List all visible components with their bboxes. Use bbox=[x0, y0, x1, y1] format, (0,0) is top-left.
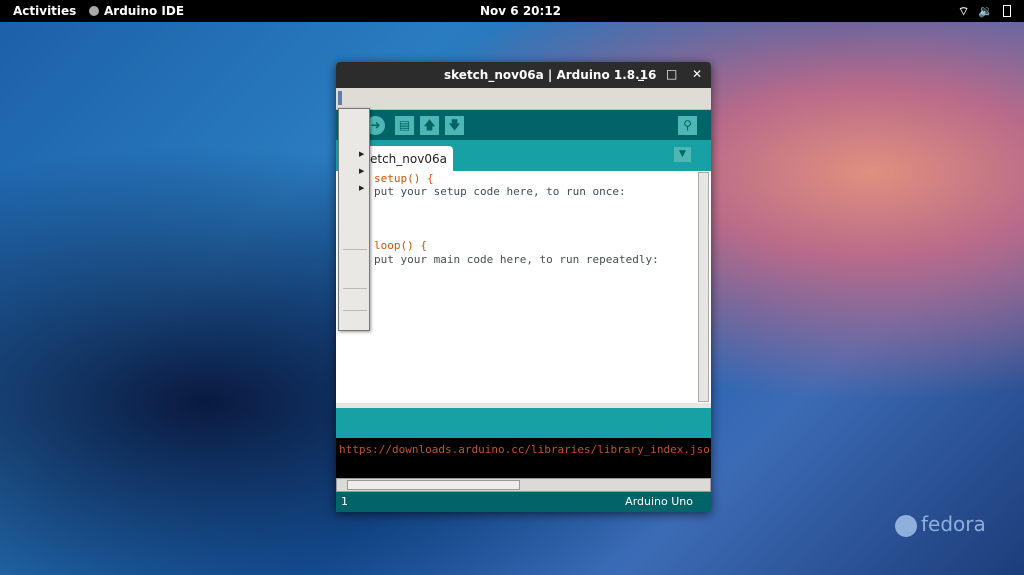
close-button[interactable]: ✕ bbox=[692, 67, 702, 81]
fedora-logo: fedora bbox=[895, 512, 986, 537]
menu-bar[interactable] bbox=[336, 88, 711, 110]
menu-separator bbox=[343, 310, 367, 311]
top-bar: Activities Arduino IDE Nov 6 20:12 ⌔ 🔉 bbox=[0, 0, 1024, 22]
volume-icon[interactable]: 🔉 bbox=[978, 4, 993, 18]
editor-vertical-scrollbar[interactable] bbox=[698, 172, 709, 402]
submenu-arrow-icon[interactable]: ▶ bbox=[359, 167, 364, 175]
line-number: 1 bbox=[341, 495, 348, 508]
board-name: Arduino Uno bbox=[625, 495, 693, 508]
save-button[interactable]: 🡇 bbox=[445, 116, 464, 135]
code-line: loop() { bbox=[374, 239, 427, 252]
code-editor[interactable]: setup() { put your setup code here, to r… bbox=[336, 171, 711, 403]
submenu-arrow-icon[interactable]: ▶ bbox=[359, 184, 364, 192]
clock[interactable]: Nov 6 20:12 bbox=[480, 4, 561, 18]
dropdown-menu[interactable]: ▶ ▶ ▶ bbox=[338, 108, 370, 331]
maximize-button[interactable]: □ bbox=[666, 67, 677, 81]
battery-icon[interactable] bbox=[1003, 5, 1011, 17]
scrollbar-thumb[interactable] bbox=[347, 480, 520, 490]
console-horizontal-scrollbar[interactable] bbox=[336, 478, 711, 492]
message-area bbox=[336, 408, 711, 438]
submenu-arrow-icon[interactable]: ▶ bbox=[359, 150, 364, 158]
status-bar: 1 Arduino Uno bbox=[336, 492, 711, 512]
toolbar: ➜ ▤ 🡅 🡇 ⚲ bbox=[336, 110, 711, 140]
tab-menu-chevron-down-icon[interactable]: ▼ bbox=[674, 147, 691, 162]
wifi-icon[interactable]: ⌔ bbox=[958, 4, 969, 19]
open-button[interactable]: 🡅 bbox=[420, 116, 439, 135]
minimize-button[interactable]: _ bbox=[638, 67, 644, 81]
tab-strip: etch_nov06a ▼ bbox=[336, 140, 711, 171]
console-output: https://downloads.arduino.cc/libraries/l… bbox=[336, 438, 711, 478]
code-line: put your setup code here, to run once: bbox=[374, 185, 626, 198]
arduino-app-icon bbox=[89, 6, 99, 16]
app-menu[interactable]: Arduino IDE bbox=[104, 4, 184, 18]
title-bar[interactable]: sketch_nov06a | Arduino 1.8.16 _ □ ✕ bbox=[336, 62, 711, 88]
new-sketch-button[interactable]: ▤ bbox=[395, 116, 414, 135]
menu-highlight bbox=[338, 91, 342, 105]
menu-separator bbox=[343, 288, 367, 289]
menu-separator bbox=[343, 249, 367, 250]
serial-monitor-icon[interactable]: ⚲ bbox=[678, 116, 697, 135]
window-title: sketch_nov06a | Arduino 1.8.16 bbox=[444, 68, 657, 82]
code-line: put your main code here, to run repeated… bbox=[374, 253, 659, 266]
arduino-window: sketch_nov06a | Arduino 1.8.16 _ □ ✕ ➜ ▤… bbox=[336, 62, 711, 512]
activities-button[interactable]: Activities bbox=[13, 4, 76, 18]
code-line: setup() { bbox=[374, 172, 434, 185]
